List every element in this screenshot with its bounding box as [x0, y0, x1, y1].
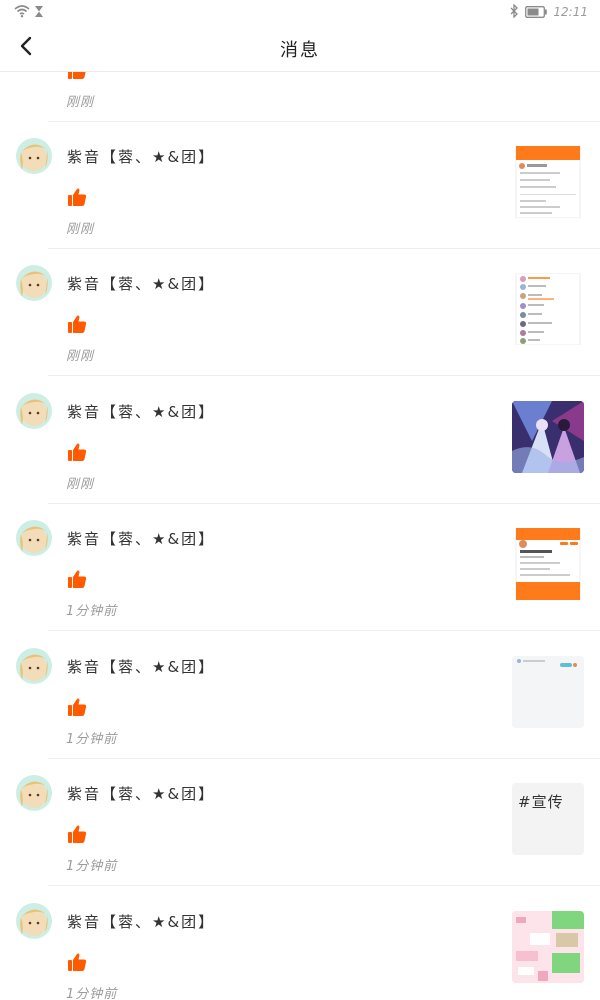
message-time: 刚刚: [66, 477, 95, 492]
divider: [48, 885, 600, 886]
avatar[interactable]: [16, 520, 52, 556]
wifi-icon: [14, 3, 30, 22]
avatar[interactable]: [16, 138, 52, 174]
app-bar: 消息: [0, 24, 600, 72]
message-list[interactable]: 刚刚 紫音【蓉、★&团】 刚刚 紫音【蓉、★&团】 刚刚 紫音【蓉、★&团】 刚…: [0, 72, 600, 1000]
user-name[interactable]: 紫音【蓉、★&团】: [67, 146, 215, 167]
thumbs-up-icon: [68, 188, 87, 206]
bluetooth-icon: [510, 2, 519, 22]
avatar[interactable]: [16, 265, 52, 301]
thumbs-up-icon: [68, 315, 87, 333]
list-item[interactable]: 紫音【蓉、★&团】 1分钟前: [0, 504, 600, 631]
post-thumbnail[interactable]: #宣传: [512, 783, 584, 855]
message-time: 1分钟前: [66, 732, 118, 747]
thumbs-up-icon: [68, 570, 87, 588]
divider: [48, 375, 600, 376]
message-time: 刚刚: [66, 95, 95, 110]
post-thumbnail[interactable]: [512, 273, 584, 345]
user-name[interactable]: 紫音【蓉、★&团】: [67, 783, 215, 804]
list-item[interactable]: 刚刚: [0, 72, 600, 122]
user-name[interactable]: 紫音【蓉、★&团】: [67, 528, 215, 549]
hourglass-icon: [34, 3, 44, 22]
post-thumbnail[interactable]: [512, 401, 584, 473]
user-name[interactable]: 紫音【蓉、★&团】: [67, 911, 215, 932]
avatar[interactable]: [16, 393, 52, 429]
post-thumbnail[interactable]: [512, 72, 584, 91]
thumbs-up-icon: [68, 953, 87, 971]
post-thumbnail[interactable]: [512, 146, 584, 218]
message-time: 刚刚: [66, 349, 95, 364]
divider: [48, 630, 600, 631]
message-time: 1分钟前: [66, 987, 118, 1000]
post-thumbnail[interactable]: [512, 528, 584, 600]
post-thumbnail[interactable]: [512, 911, 584, 983]
thumbnail-text: #宣传: [518, 793, 564, 811]
avatar[interactable]: [16, 648, 52, 684]
status-time: 12:11: [553, 5, 588, 19]
list-item[interactable]: 紫音【蓉、★&团】 刚刚: [0, 249, 600, 376]
avatar[interactable]: [16, 775, 52, 811]
status-left: [14, 4, 44, 20]
thumbs-up-icon: [68, 825, 87, 843]
list-item[interactable]: 紫音【蓉、★&团】 刚刚: [0, 122, 600, 249]
list-item[interactable]: 紫音【蓉、★&团】 1分钟前: [0, 887, 600, 1000]
page-title: 消息: [280, 40, 320, 61]
list-item[interactable]: 紫音【蓉、★&团】 1分钟前: [0, 632, 600, 759]
list-item[interactable]: 紫音【蓉、★&团】 1分钟前 #宣传: [0, 759, 600, 886]
thumbs-up-icon: [68, 698, 87, 716]
message-time: 1分钟前: [66, 604, 118, 619]
thumbs-up-icon: [68, 443, 87, 461]
user-name[interactable]: 紫音【蓉、★&团】: [67, 401, 215, 422]
list-item[interactable]: 紫音【蓉、★&团】 刚刚: [0, 377, 600, 504]
battery-icon: [525, 3, 548, 22]
message-time: 刚刚: [66, 222, 95, 237]
user-name[interactable]: 紫音【蓉、★&团】: [67, 656, 215, 677]
post-thumbnail[interactable]: [512, 656, 584, 728]
message-time: 1分钟前: [66, 859, 118, 874]
status-right: 12:11: [510, 2, 588, 22]
avatar[interactable]: [16, 903, 52, 939]
status-bar: 12:11: [0, 0, 600, 24]
user-name[interactable]: 紫音【蓉、★&团】: [67, 273, 215, 294]
thumbs-up-icon: [68, 72, 86, 79]
